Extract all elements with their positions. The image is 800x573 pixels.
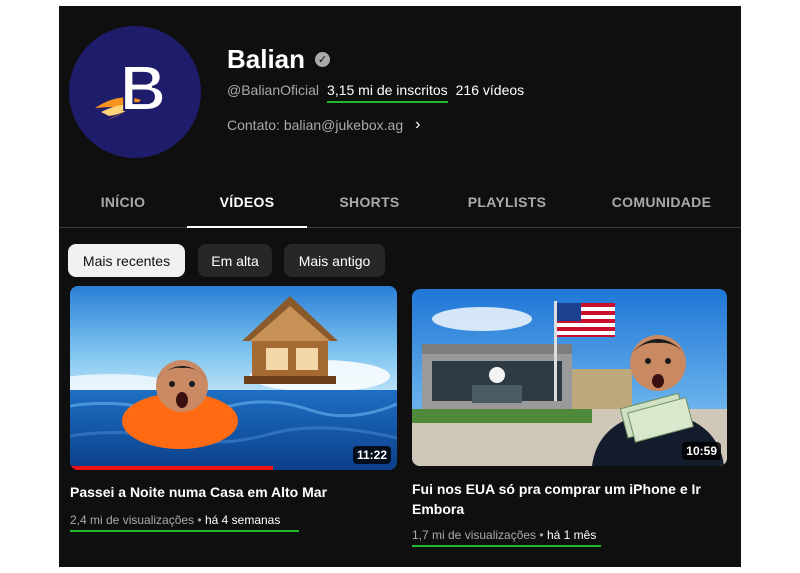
video-count: 216 vídeos (455, 82, 525, 98)
filter-mais-antigo[interactable]: Mais antigo (284, 244, 385, 277)
video-title[interactable]: Passei a Noite numa Casa em Alto Mar (70, 482, 397, 502)
svg-text:B: B (120, 52, 166, 124)
channel-page: B Balian ✓ @BalianOficial 3,15 mi de ins… (59, 6, 741, 567)
video-title[interactable]: Fui nos EUA só pra comprar um iPhone e I… (412, 479, 712, 519)
meta-separator: • (197, 513, 205, 527)
channel-avatar[interactable]: B (69, 26, 201, 158)
video-duration: 10:59 (682, 442, 721, 460)
video-duration: 11:22 (352, 446, 391, 464)
channel-name: Balian ✓ (227, 44, 331, 75)
video-thumbnail[interactable]: 11:22 (70, 286, 397, 470)
verified-check-icon: ✓ (315, 52, 331, 67)
tab-comunidade[interactable]: COMUNIDADE (582, 176, 741, 227)
video-meta: 2,4 mi de visualizações • há 4 semanas (70, 513, 299, 532)
contact-text: Contato: balian@jukebox.ag (227, 117, 404, 133)
video-views: 2,4 mi de visualizações (70, 513, 195, 527)
channel-contact[interactable]: Contato: balian@jukebox.ag › (227, 116, 420, 134)
video-thumbnail[interactable]: 10:59 (412, 289, 727, 466)
video-views: 1,7 mi de visualizações (412, 528, 537, 542)
video-age: há 4 semanas (204, 513, 281, 527)
apple-store-thumbnail-image (412, 289, 727, 466)
tab-playlists[interactable]: PLAYLISTS (432, 176, 582, 227)
tab-videos[interactable]: VÍDEOS (187, 176, 307, 228)
tab-inicio[interactable]: INÍCIO (59, 176, 187, 227)
channel-meta: @BalianOficial 3,15 mi de inscritos 216 … (227, 82, 524, 103)
tab-shorts[interactable]: SHORTS (307, 176, 432, 227)
channel-tabs: INÍCIO VÍDEOS SHORTS PLAYLISTS COMUNIDAD… (59, 176, 741, 228)
chevron-right-icon[interactable]: › (415, 116, 420, 134)
channel-handle: @BalianOficial (227, 82, 320, 98)
ocean-house-thumbnail-image (70, 286, 397, 470)
filter-em-alta[interactable]: Em alta (198, 244, 272, 277)
subscriber-count: 3,15 mi de inscritos (327, 82, 448, 103)
video-age: há 1 mês (546, 528, 597, 542)
meta-separator: • (539, 528, 547, 542)
channel-name-text: Balian (227, 44, 306, 74)
filter-mais-recentes[interactable]: Mais recentes (68, 244, 185, 277)
video-meta: 1,7 mi de visualizações • há 1 mês (412, 528, 601, 547)
balian-logo-icon: B (95, 51, 167, 125)
watch-progress-bar (70, 466, 273, 470)
